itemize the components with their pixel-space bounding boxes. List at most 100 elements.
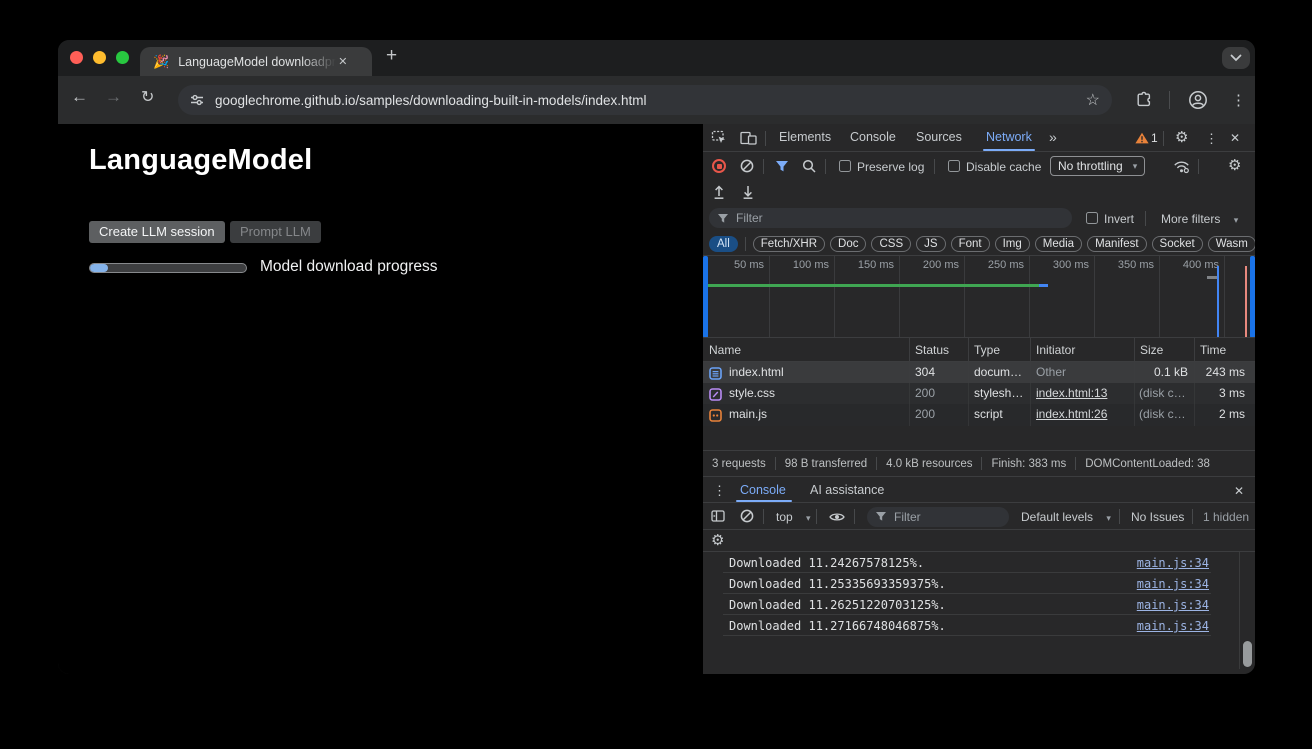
devtools-settings-gear-icon[interactable]: ⚙ — [1175, 130, 1188, 145]
tabbar-divider2 — [1163, 131, 1164, 146]
clear-console-icon[interactable] — [740, 509, 754, 523]
tab-close-icon[interactable]: ✕ — [338, 55, 347, 68]
network-request-row[interactable]: style.css200stylesh…index.html:13(disk c… — [703, 383, 1255, 404]
console-source-link[interactable]: main.js:34 — [1137, 619, 1209, 633]
column-header-name[interactable]: Name — [703, 338, 909, 362]
tab-sources[interactable]: Sources — [916, 130, 962, 144]
prompt-llm-button[interactable]: Prompt LLM — [230, 221, 321, 243]
drawer-close-icon[interactable]: ✕ — [1234, 484, 1244, 498]
devtools-menu-kebab-icon[interactable]: ⋮ — [1205, 131, 1218, 147]
request-name-cell[interactable]: main.js — [703, 404, 909, 425]
search-icon[interactable] — [802, 159, 816, 173]
filter-chip-media[interactable]: Media — [1035, 236, 1082, 252]
tab-elements[interactable]: Elements — [779, 130, 831, 144]
column-header-initiator[interactable]: Initiator — [1030, 338, 1134, 362]
filter-chip-socket[interactable]: Socket — [1152, 236, 1203, 252]
filter-chip-css[interactable]: CSS — [871, 236, 911, 252]
model-download-progress-bar — [89, 263, 247, 273]
record-network-log-button[interactable] — [712, 159, 726, 173]
console-source-link[interactable]: main.js:34 — [1137, 577, 1209, 591]
extensions-puzzle-icon[interactable] — [1135, 91, 1153, 109]
tab-network[interactable]: Network — [986, 130, 1032, 144]
column-header-type[interactable]: Type — [968, 338, 1030, 362]
filter-chip-font[interactable]: Font — [951, 236, 990, 252]
more-filters-button[interactable]: More filters ▾ — [1161, 212, 1238, 226]
filter-chip-fetch-xhr[interactable]: Fetch/XHR — [753, 236, 825, 252]
new-tab-button[interactable]: + — [386, 45, 397, 67]
browser-toolbar: ← → ↻ googlechrome.github.io/samples/dow… — [58, 76, 1255, 124]
console-source-link[interactable]: main.js:34 — [1137, 598, 1209, 612]
console-settings-gear-icon[interactable]: ⚙ — [711, 533, 724, 548]
request-initiator-cell[interactable]: index.html:13 — [1030, 383, 1134, 404]
create-llm-session-button[interactable]: Create LLM session — [89, 221, 225, 243]
export-har-icon[interactable] — [741, 184, 755, 200]
filter-chip-manifest[interactable]: Manifest — [1087, 236, 1146, 252]
filter-chip-doc[interactable]: Doc — [830, 236, 866, 252]
devtools-close-icon[interactable]: ✕ — [1230, 131, 1240, 145]
network-request-row[interactable]: index.html304docum…Other0.1 kB243 ms — [703, 362, 1255, 383]
device-toolbar-icon[interactable] — [740, 130, 757, 146]
live-expression-eye-icon[interactable] — [829, 511, 845, 523]
warning-triangle-icon[interactable] — [1135, 132, 1149, 144]
minimize-window-button[interactable] — [93, 51, 106, 64]
network-conditions-icon[interactable] — [1173, 159, 1190, 174]
filter-chip-all[interactable]: All — [709, 236, 738, 252]
clear-network-log-icon[interactable] — [740, 159, 754, 173]
hidden-messages-count[interactable]: 1 hidden — [1203, 510, 1249, 524]
disable-cache-checkbox[interactable] — [948, 160, 960, 172]
filter-chip-wasm[interactable]: Wasm — [1208, 236, 1255, 252]
filter-funnel-icon[interactable] — [775, 160, 789, 173]
console-source-link[interactable]: main.js:34 — [1137, 556, 1209, 570]
column-header-time[interactable]: Time — [1194, 338, 1255, 362]
network-overview-timeline[interactable]: 50 ms100 ms150 ms200 ms250 ms300 ms350 m… — [703, 256, 1255, 338]
drawer-tab-console[interactable]: Console — [740, 483, 786, 497]
invert-checkbox[interactable] — [1086, 212, 1098, 224]
profile-avatar-icon[interactable] — [1188, 90, 1208, 110]
import-har-icon[interactable] — [712, 184, 726, 200]
browser-menu-kebab-icon[interactable]: ⋮ — [1231, 91, 1246, 109]
summary-divider — [876, 457, 877, 470]
inspect-element-icon[interactable] — [711, 130, 727, 145]
request-name-cell[interactable]: index.html — [703, 362, 909, 383]
network-request-row[interactable]: main.js200scriptindex.html:26(disk c…2 m… — [703, 404, 1255, 426]
issues-counter[interactable]: No Issues — [1131, 510, 1184, 524]
filter-chip-js[interactable]: JS — [916, 236, 945, 252]
tab-search-chevron-button[interactable] — [1222, 47, 1250, 69]
filter-chip-img[interactable]: Img — [995, 236, 1030, 252]
back-button[interactable]: ← — [71, 87, 88, 107]
party-popper-favicon-icon: 🎉 — [153, 55, 169, 68]
console-filter-input[interactable]: Filter — [867, 507, 1009, 527]
throttling-select[interactable]: No throttling ▾ — [1050, 156, 1145, 176]
overview-left-handle[interactable] — [703, 256, 708, 338]
reload-button[interactable]: ↻ — [141, 87, 154, 107]
column-header-size[interactable]: Size — [1134, 338, 1194, 362]
zoom-window-button[interactable] — [116, 51, 129, 64]
log-levels-select[interactable]: Default levels ▾ — [1021, 510, 1111, 524]
browser-tab[interactable]: 🎉 LanguageModel downloadpro ✕ — [140, 47, 372, 76]
drawer-tab-ai-assistance[interactable]: AI assistance — [810, 483, 884, 497]
preserve-log-checkbox[interactable] — [839, 160, 851, 172]
network-settings-gear-icon[interactable]: ⚙ — [1228, 158, 1241, 173]
column-header-status[interactable]: Status — [909, 338, 968, 362]
preserve-log-label[interactable]: Preserve log — [857, 160, 924, 174]
console-scrollbar-thumb[interactable] — [1243, 641, 1252, 667]
execution-context-select[interactable]: top ▾ — [776, 510, 811, 524]
network-summary-bar: 3 requests98 B transferred4.0 kB resourc… — [703, 450, 1255, 476]
invert-label[interactable]: Invert — [1104, 212, 1134, 226]
disable-cache-label[interactable]: Disable cache — [966, 160, 1041, 174]
forward-button[interactable]: → — [105, 87, 122, 107]
drawer-kebab-icon[interactable]: ⋮ — [713, 483, 726, 499]
timeline-gridline — [769, 256, 770, 338]
site-info-icon[interactable] — [189, 92, 205, 108]
url-text[interactable]: googlechrome.github.io/samples/downloadi… — [215, 93, 647, 108]
network-filter-input[interactable]: Filter — [709, 208, 1072, 228]
tab-console[interactable]: Console — [850, 130, 896, 144]
overview-right-handle[interactable] — [1250, 256, 1255, 338]
console-sidebar-icon[interactable] — [711, 509, 725, 523]
request-initiator-cell[interactable]: index.html:26 — [1030, 404, 1134, 425]
request-name-cell[interactable]: style.css — [703, 383, 909, 404]
bookmark-star-icon[interactable]: ☆ — [1086, 90, 1100, 110]
close-window-button[interactable] — [70, 51, 83, 64]
more-tabs-icon[interactable]: » — [1049, 129, 1057, 145]
address-bar[interactable]: googlechrome.github.io/samples/downloadi… — [178, 85, 1112, 115]
